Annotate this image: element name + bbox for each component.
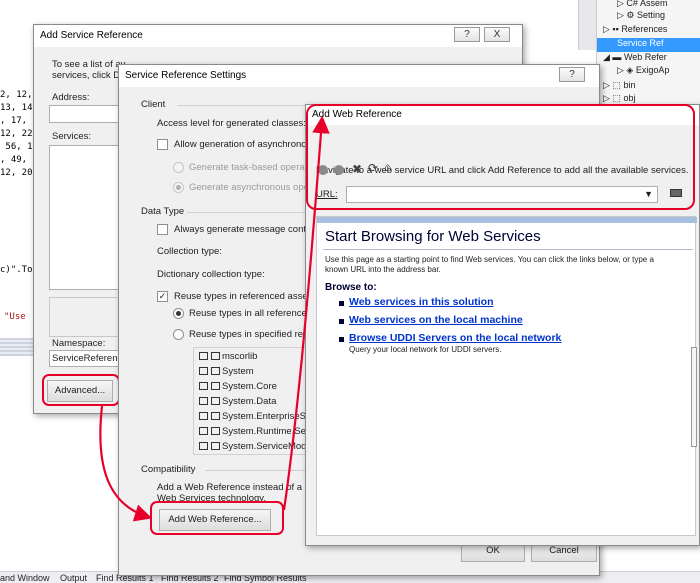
arrow-advanced-to-webref [99,405,153,522]
annotation-arrows [99,115,330,522]
arrow-webref-to-dialog [282,115,330,511]
